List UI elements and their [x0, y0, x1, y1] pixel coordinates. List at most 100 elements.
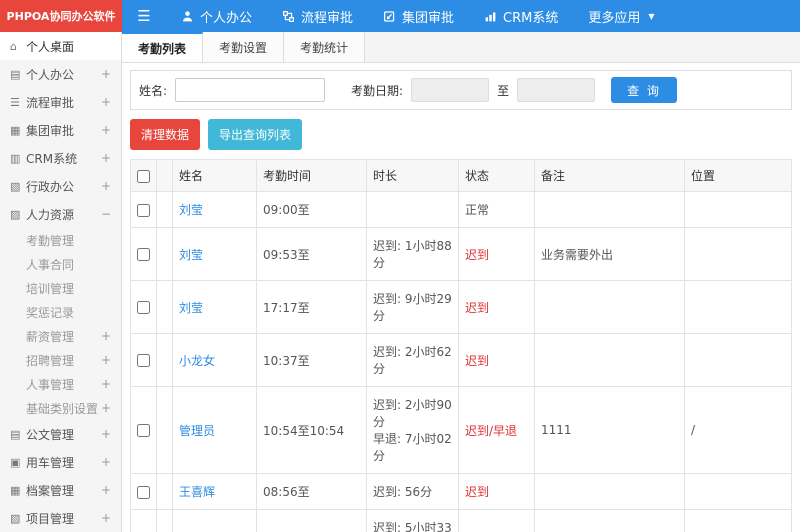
expander-icon[interactable]: + [101, 95, 111, 109]
expander-icon[interactable]: − [101, 207, 111, 221]
row-gap-cell [156, 509, 173, 532]
employee-name-link[interactable]: 刘莹 [179, 248, 203, 262]
row-gap-cell [156, 280, 173, 334]
expander-icon[interactable]: + [101, 511, 111, 525]
attendance-time-cell: 17:17至 [256, 280, 367, 334]
tab-考勤设置[interactable]: 考勤设置 [203, 32, 285, 62]
column-header-位置: 位置 [684, 159, 792, 192]
location-cell [684, 227, 792, 281]
row-gap-cell [156, 227, 173, 281]
row-checkbox[interactable] [137, 203, 150, 217]
expander-icon[interactable]: + [101, 67, 111, 81]
sidebar-item-基础类别设置[interactable]: 基础类别设置 + [0, 396, 121, 420]
row-gap-cell [156, 333, 173, 387]
topnav-item-流程审批[interactable]: 流程审批 [267, 0, 368, 32]
expander-icon[interactable]: + [101, 427, 111, 441]
sidebar-item-label: 奖惩记录 [26, 305, 75, 320]
topnav-item-CRM系统[interactable]: CRM系统 [469, 0, 573, 32]
remark-cell [534, 473, 685, 510]
user-icon [181, 10, 194, 23]
sidebar-item-人力资源[interactable]: ▨ 人力资源 − [0, 200, 121, 228]
edit-icon [383, 10, 396, 23]
sidebar-item-label: 项目管理 [26, 511, 75, 526]
expander-icon[interactable]: + [101, 455, 111, 469]
sidebar-item-label: CRM系统 [26, 151, 78, 166]
row-checkbox[interactable] [137, 248, 150, 261]
sidebar-item-考勤管理[interactable]: 考勤管理 [0, 228, 121, 252]
column-header-时长: 时长 [366, 159, 459, 192]
name-filter-input[interactable] [175, 78, 326, 102]
tab-考勤列表[interactable]: 考勤列表 [122, 32, 204, 62]
expander-icon[interactable]: + [101, 377, 111, 391]
project-icon: ▧ [10, 511, 21, 525]
workflow-icon: ☰ [10, 95, 20, 109]
sidebar-item-人事合同[interactable]: 人事合同 [0, 252, 121, 276]
document-icon: ▤ [10, 427, 21, 441]
flow-icon [282, 10, 295, 23]
export-list-button[interactable]: 导出查询列表 [208, 119, 303, 150]
sidebar-item-集团审批[interactable]: ▦ 集团审批 + [0, 116, 121, 144]
table-header-row: 姓名 考勤时间 时长 状态 备注 位置 [130, 159, 792, 192]
row-checkbox[interactable] [137, 485, 150, 499]
sidebar-item-薪资管理[interactable]: 薪资管理 + [0, 324, 121, 348]
sidebar-item-流程审批[interactable]: ☰ 流程审批 + [0, 88, 121, 116]
expander-icon[interactable]: + [101, 151, 111, 165]
employee-name-link[interactable]: 王喜辉 [179, 485, 215, 499]
sidebar-item-公文管理[interactable]: ▤ 公文管理 + [0, 420, 121, 448]
status-cell: 正常 [458, 191, 535, 228]
status-cell: 迟到/早退 [458, 509, 535, 532]
duration-cell: 迟到: 2小时90分 早退: 7小时02分 [366, 386, 459, 474]
search-button[interactable]: 查 询 [611, 77, 677, 103]
expander-icon[interactable]: + [101, 123, 111, 137]
remark-cell [534, 333, 685, 387]
expander-icon[interactable]: + [101, 483, 111, 497]
date-to-input[interactable] [517, 78, 596, 102]
chart-icon [484, 10, 497, 23]
employee-name-link[interactable]: 刘莹 [179, 301, 203, 315]
sidebar-item-档案管理[interactable]: ▦ 档案管理 + [0, 476, 121, 504]
main-layout: ⌂ 个人桌面 ▤ 个人办公 + ☰ 流程审批 + ▦ 集团审批 + ▥ CRM系… [0, 32, 800, 532]
sidebar-item-label: 个人办公 [26, 67, 75, 82]
expander-icon[interactable]: + [101, 401, 111, 415]
location-cell: / [684, 386, 792, 474]
attendance-time-cell: 10:54至10:54 [256, 386, 367, 474]
sidebar-item-项目管理[interactable]: ▧ 项目管理 + [0, 504, 121, 532]
sidebar-item-CRM系统[interactable]: ▥ CRM系统 + [0, 144, 121, 172]
topnav-item-个人办公[interactable]: 个人办公 [166, 0, 267, 32]
employee-name-link[interactable]: 管理员 [179, 424, 215, 438]
sidebar-item-培训管理[interactable]: 培训管理 [0, 276, 121, 300]
location-cell [684, 333, 792, 387]
row-gap-cell [156, 473, 173, 510]
select-all-checkbox[interactable] [137, 169, 150, 183]
topnav-item-更多应用[interactable]: 更多应用 ▼ [573, 0, 669, 32]
column-header-状态: 状态 [458, 159, 535, 192]
table-row: 黄莺 13:20至13:20 迟到: 5小时33分早退: 4小时67分 迟到/早… [130, 509, 792, 532]
sidebar-item-用车管理[interactable]: ▣ 用车管理 + [0, 448, 121, 476]
hamburger-menu-icon[interactable]: ☰ [122, 0, 166, 32]
tab-考勤统计[interactable]: 考勤统计 [284, 32, 366, 62]
employee-name-link[interactable]: 小龙女 [179, 354, 215, 368]
expander-icon[interactable]: + [101, 329, 111, 343]
sidebar-item-奖惩记录[interactable]: 奖惩记录 [0, 300, 121, 324]
sidebar-item-label: 人力资源 [26, 207, 75, 222]
top-navigation: 个人办公 流程审批 集团审批 CRM系统 更多应用 ▼ [166, 0, 670, 32]
expander-icon[interactable]: + [101, 353, 111, 367]
sidebar-item-行政办公[interactable]: ▧ 行政办公 + [0, 172, 121, 200]
row-checkbox[interactable] [137, 301, 150, 314]
topnav-item-集团审批[interactable]: 集团审批 [368, 0, 469, 32]
remark-cell [534, 191, 685, 228]
row-checkbox[interactable] [137, 424, 150, 437]
sidebar-item-个人办公[interactable]: ▤ 个人办公 + [0, 60, 121, 88]
sidebar-item-招聘管理[interactable]: 招聘管理 + [0, 348, 121, 372]
sidebar-item-人事管理[interactable]: 人事管理 + [0, 372, 121, 396]
date-from-input[interactable] [411, 78, 490, 102]
remark-cell [534, 509, 685, 532]
attendance-time-cell: 10:37至 [256, 333, 367, 387]
row-checkbox[interactable] [137, 354, 150, 367]
status-cell: 迟到 [458, 333, 535, 387]
clean-data-button[interactable]: 清理数据 [130, 119, 201, 150]
sidebar-item-个人桌面[interactable]: ⌂ 个人桌面 [0, 32, 121, 60]
attendance-time-cell: 08:56至 [256, 473, 367, 510]
expander-icon[interactable]: + [101, 179, 111, 193]
employee-name-link[interactable]: 刘莹 [179, 203, 203, 217]
